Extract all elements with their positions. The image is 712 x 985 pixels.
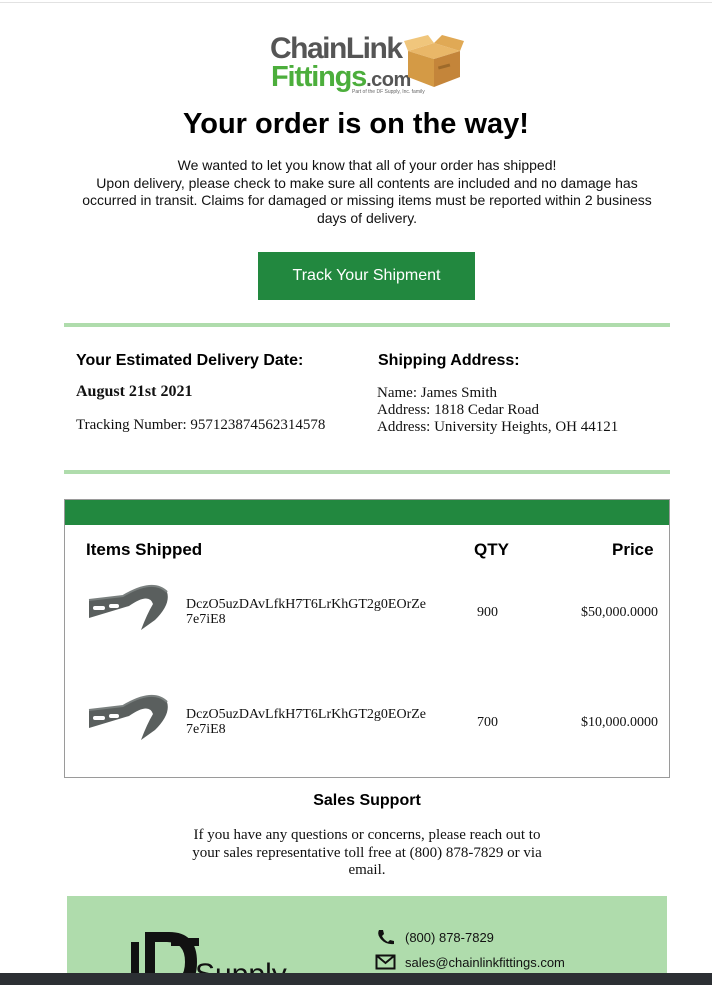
footer-phone[interactable]: (800) 878-7829: [375, 929, 494, 945]
shipping-address-line-2: Address: University Heights, OH 44121: [377, 419, 619, 435]
chainlinkfittings-logo[interactable]: ChainLink Fittings.com Part of the DF Su…: [270, 34, 466, 98]
intro-line-2: Upon delivery, please check to make sure…: [82, 174, 652, 226]
footer-email[interactable]: sales@chainlinkfittings.com: [375, 954, 565, 970]
items-shipped-table: Items Shipped QTY Price DczO5uzDAvLfkH7T…: [64, 499, 670, 778]
item-name[interactable]: DczO5uzDAvLfkH7T6LrKhGT2g0EOrZe7e7iE8: [186, 597, 431, 627]
fence-band-icon[interactable]: [83, 686, 173, 746]
shipping-address-label: Shipping Address:: [378, 352, 520, 369]
fence-band-icon[interactable]: [83, 576, 173, 636]
cardboard-box-icon: [404, 35, 464, 87]
section-divider: [64, 323, 670, 327]
footer-email-link[interactable]: sales@chainlinkfittings.com: [405, 955, 565, 970]
item-qty: 900: [477, 605, 498, 620]
column-header-price: Price: [612, 540, 654, 559]
footer: Supply (800) 878-7829 sales@chainlinkfit…: [67, 896, 667, 985]
item-qty: 700: [477, 715, 498, 730]
sales-support-title: Sales Support: [313, 792, 421, 809]
item-price: $10,000.0000: [581, 715, 658, 730]
intro-message: We wanted to let you know that all of yo…: [70, 157, 664, 227]
page-title: Your order is on the way!: [183, 108, 529, 140]
logo-tagline: Part of the DF Supply, Inc. family: [352, 89, 425, 95]
tracking-number: Tracking Number: 957123874562314578: [76, 417, 326, 433]
sales-support-text: If you have any questions or concerns, p…: [192, 827, 542, 878]
section-divider: [64, 470, 670, 474]
column-header-items: Items Shipped: [86, 540, 203, 559]
shipping-address-line-1: Address: 1818 Cedar Road: [377, 402, 540, 418]
footer-phone-text[interactable]: (800) 878-7829: [405, 930, 494, 945]
logo-chainlink-text: ChainLink: [270, 32, 403, 65]
item-price: $50,000.0000: [581, 605, 658, 620]
delivery-date: August 21st 2021: [76, 383, 193, 400]
item-name[interactable]: DczO5uzDAvLfkH7T6LrKhGT2g0EOrZe7e7iE8: [186, 707, 431, 737]
bottom-bar: [0, 973, 712, 985]
phone-icon: [378, 930, 394, 945]
column-header-qty: QTY: [474, 540, 509, 559]
delivery-date-label: Your Estimated Delivery Date:: [76, 352, 304, 369]
shipping-name: Name: James Smith: [377, 385, 497, 401]
track-shipment-button[interactable]: Track Your Shipment: [258, 252, 475, 300]
items-header-bar: [65, 500, 669, 525]
envelope-icon: [375, 954, 396, 970]
intro-line-1: We wanted to let you know that all of yo…: [177, 157, 557, 173]
top-divider: [0, 2, 712, 3]
